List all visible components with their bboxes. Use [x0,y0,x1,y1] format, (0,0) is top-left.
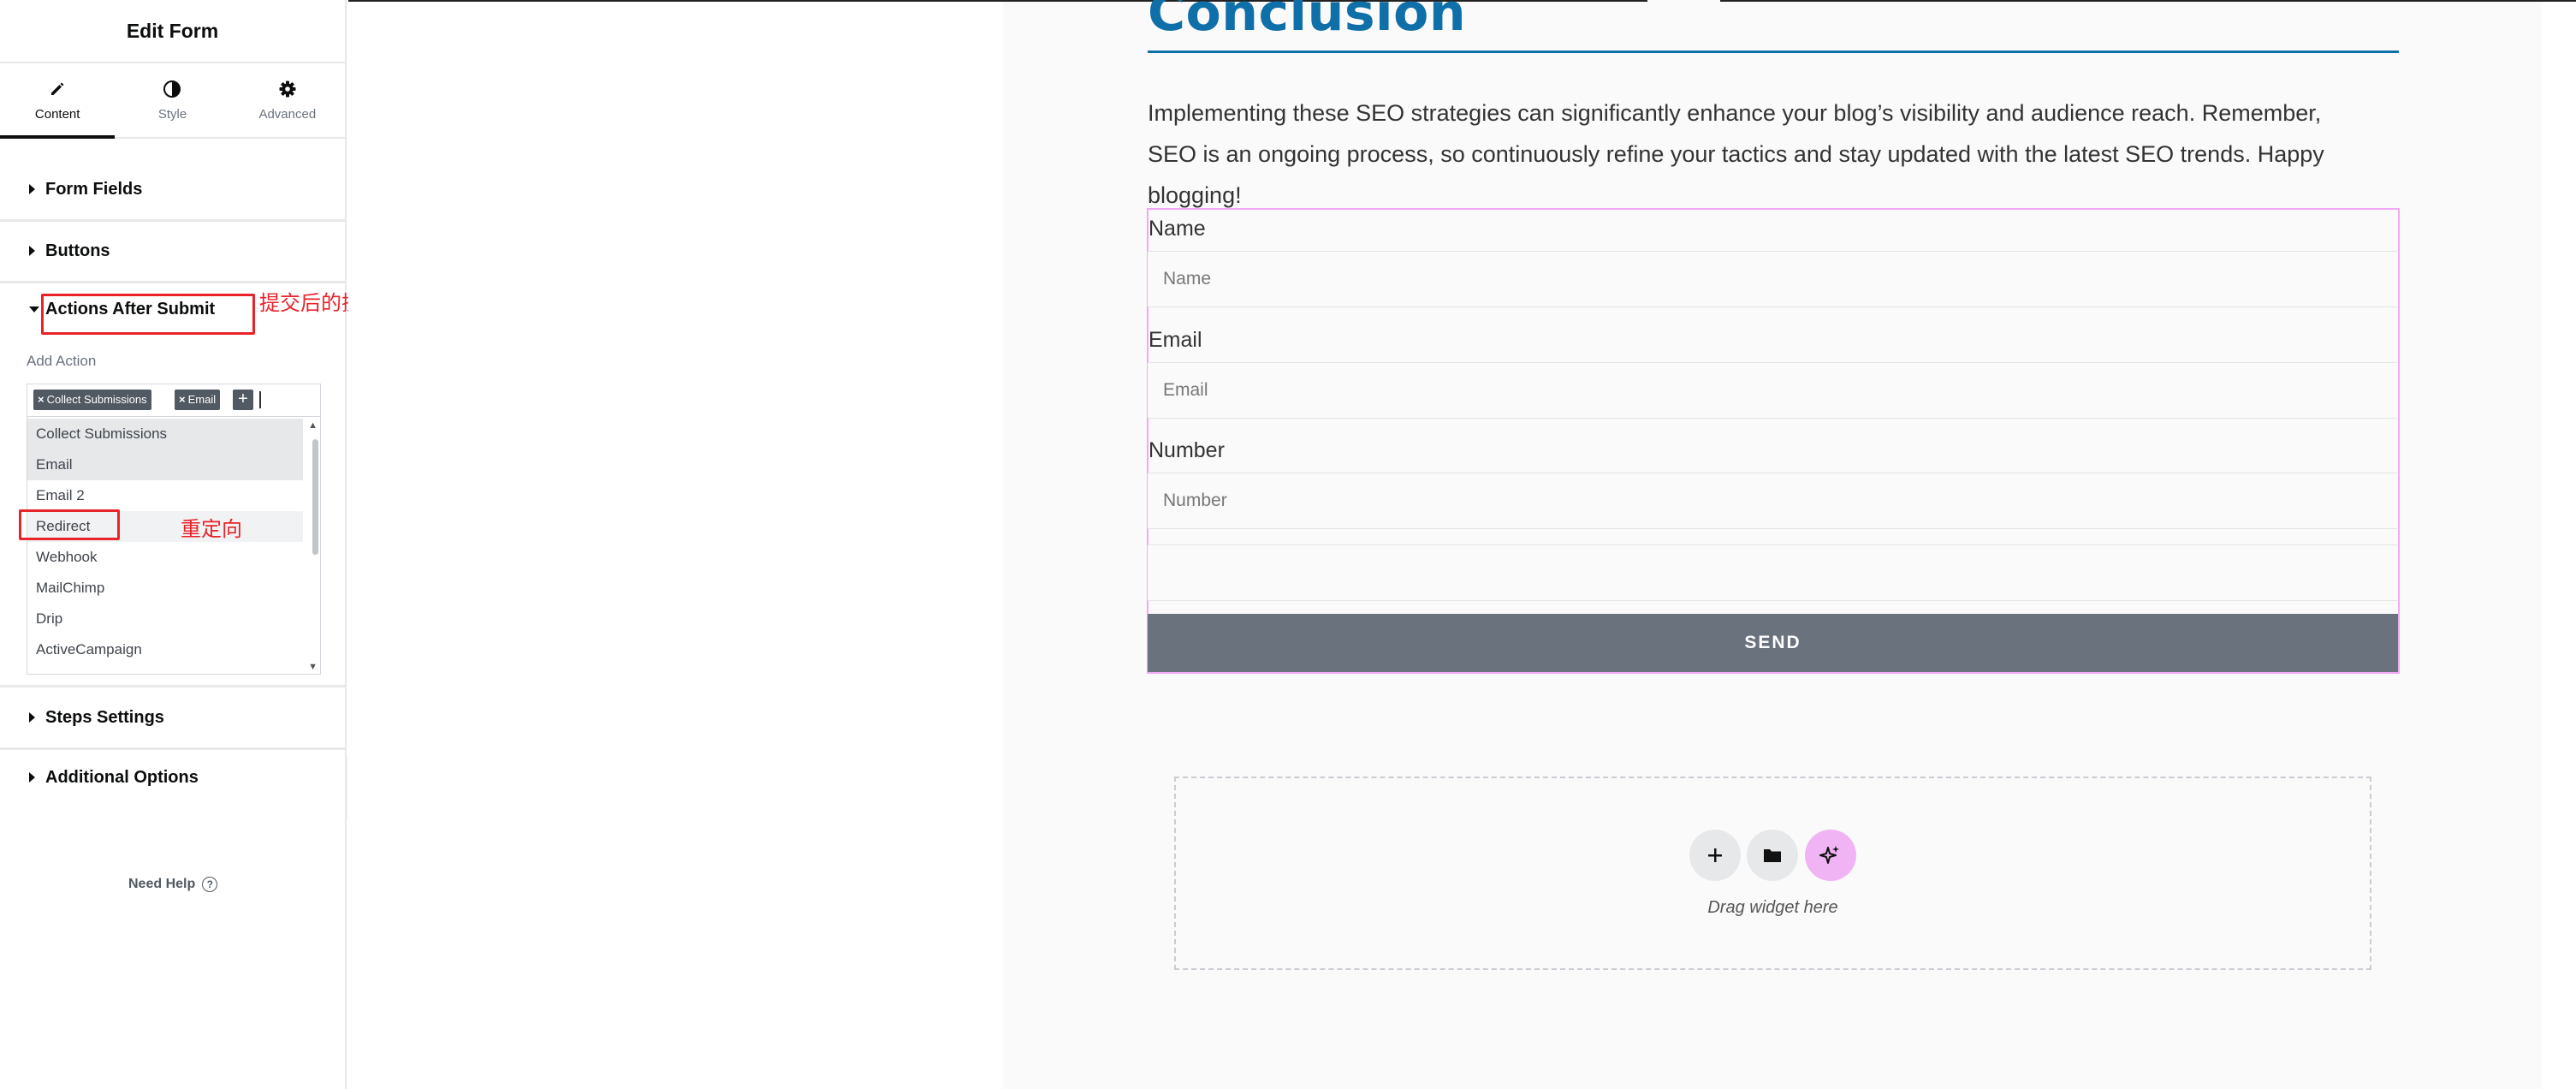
option-activecampaign[interactable]: ActiveCampaign [27,634,303,665]
section-buttons-label: Buttons [45,241,110,260]
chip-email[interactable]: × Email [175,390,221,410]
top-border-gap [1647,0,1720,2]
caret-down-icon [29,306,39,312]
contrast-icon [163,80,181,98]
caret-right-icon [29,246,35,256]
section-steps-settings-label: Steps Settings [45,707,164,727]
section-additional-options[interactable]: Additional Options [0,747,345,807]
section-form-fields[interactable]: Form Fields [0,159,345,222]
scroll-up-icon[interactable]: ▲ [308,420,318,431]
action-options-dropdown[interactable]: Collect Submissions Email Email 2 Redire… [27,416,321,675]
chip-collect-submissions[interactable]: × Collect Submissions [33,390,151,410]
tab-content-label: Content [34,106,80,122]
section-steps-settings[interactable]: Steps Settings [0,685,345,750]
number-field[interactable]: Number [1148,473,2397,529]
section-additional-options-label: Additional Options [45,767,199,787]
option-webhook[interactable]: Webhook [27,542,303,573]
chip-label: Email [187,393,217,406]
drag-widget-text: Drag widget here [1707,898,1838,917]
option-drip[interactable]: Drip [27,604,303,634]
ai-sparkle-icon[interactable] [1805,830,1856,881]
plus-icon[interactable] [1689,830,1741,881]
chip-remove-icon[interactable]: × [38,393,45,406]
gear-icon [278,80,297,98]
number-field-label: Number [1149,438,1225,462]
name-field[interactable]: Name [1148,251,2397,307]
tab-content[interactable]: Content [0,63,116,139]
annotation-redirect: 重定向 [181,518,242,541]
extra-field[interactable] [1148,544,2397,601]
text-cursor [259,391,261,408]
pencil-icon [48,80,67,98]
name-field-label: Name [1149,217,1206,241]
help-icon: ? [202,877,218,892]
tab-advanced-label: Advanced [258,106,317,122]
email-field-label: Email [1149,328,1202,352]
add-action-label: Add Action [27,353,97,369]
dropdown-scrollbar[interactable] [312,439,318,555]
panel-tabs: Content Style Advanced [0,63,345,139]
section-form-fields-label: Form Fields [45,179,143,199]
tab-style-label: Style [157,106,187,122]
caret-right-icon [29,772,35,783]
annotation-box-redirect [19,509,120,540]
conclusion-paragraph: Implementing these SEO strategies can si… [1148,100,2324,208]
caret-right-icon [29,712,35,723]
annotation-box-actions-after-submit [41,294,255,335]
canvas-margin [348,0,1003,1089]
need-help-label: Need Help [128,877,196,891]
option-mailchimp[interactable]: MailChimp [27,573,303,604]
scroll-down-icon[interactable]: ▼ [308,662,318,672]
chip-remove-icon[interactable]: × [179,393,186,406]
panel-title: Edit Form [0,0,345,63]
heading-underline [1148,51,2399,53]
need-help-link[interactable]: Need Help ? [128,877,218,892]
option-collect-submissions[interactable]: Collect Submissions [27,419,303,449]
email-field[interactable]: Email [1148,362,2397,419]
send-button[interactable]: SEND [1148,614,2398,672]
option-email[interactable]: Email [27,449,303,480]
tab-advanced[interactable]: Advanced [230,63,345,137]
add-chip-plus-icon[interactable]: + [233,390,253,410]
section-buttons[interactable]: Buttons [0,221,345,283]
folder-icon[interactable] [1747,830,1798,881]
page-heading: Conclusion [1148,0,1467,43]
editor-panel: Edit Form Content Style Advanced Form Fi… [0,0,347,1089]
option-email-2[interactable]: Email 2 [27,480,303,511]
chip-label: Collect Submissions [46,393,147,406]
tab-style[interactable]: Style [115,63,229,137]
caret-right-icon [29,184,35,194]
